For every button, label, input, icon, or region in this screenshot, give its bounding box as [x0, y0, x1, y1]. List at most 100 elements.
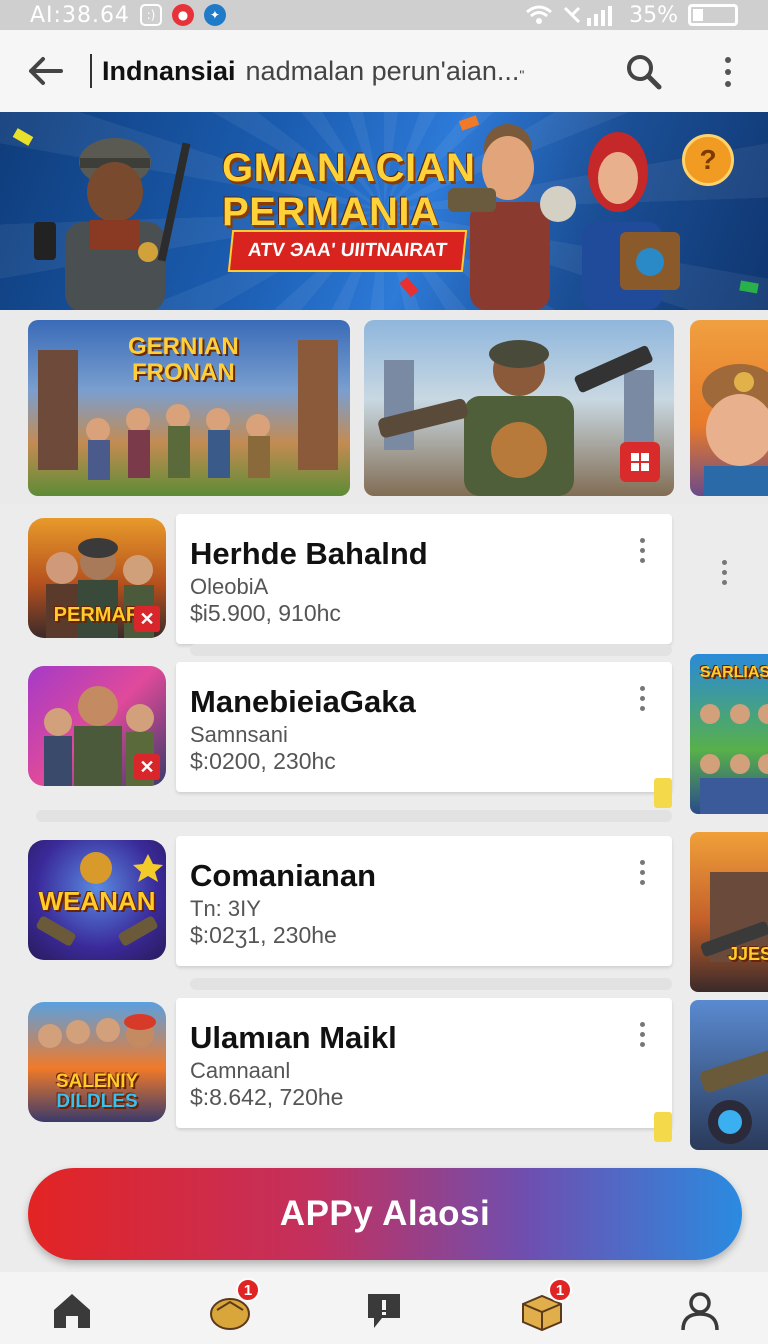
soldier-character-image	[34, 138, 191, 310]
item-divider	[36, 810, 672, 822]
more-dot	[640, 706, 645, 711]
game-thumbnail: WEANAN	[28, 840, 166, 960]
wifi-icon	[526, 5, 553, 24]
arrow-left-icon	[29, 57, 63, 85]
side-art-image	[700, 872, 768, 962]
game-name: ManebieiaGaka	[190, 684, 416, 719]
featured-card[interactable]	[690, 320, 768, 496]
game-meta: Camnaanl	[190, 1058, 291, 1083]
remove-badge-icon[interactable]: ✕	[134, 606, 160, 632]
list-item[interactable]: SALENIY DILDLES Ulamıan Maikl Camnaanl $…	[0, 992, 674, 1132]
item-more-button[interactable]	[640, 1022, 645, 1047]
card-art-image	[702, 364, 768, 496]
more-dot	[722, 580, 727, 585]
notification-badge: 1	[236, 1278, 260, 1302]
game-price: $:0200, 230hc	[190, 748, 336, 774]
back-button[interactable]	[0, 30, 90, 112]
item-more-button[interactable]	[640, 686, 645, 711]
page-title-mark: "	[519, 66, 525, 83]
nav-profile[interactable]	[670, 1282, 730, 1338]
notification-icon: :)	[139, 4, 162, 26]
bookmark-badge-icon	[654, 778, 672, 808]
side-art-image	[700, 1049, 768, 1144]
status-time: AI:38.64	[30, 2, 130, 28]
more-dot	[640, 1042, 645, 1047]
side-more-button[interactable]	[722, 560, 727, 585]
list-item[interactable]: WEANAN Comanianan Tn: 3IY $:02ʒ1, 230he	[0, 830, 674, 970]
nav-messages[interactable]	[354, 1282, 414, 1338]
game-price: $i5.900, 910hc	[190, 600, 341, 626]
game-thumbnail-label: WEANAN	[38, 886, 156, 916]
search-icon	[627, 55, 662, 90]
game-meta: OleobiA	[190, 574, 269, 599]
item-more-button[interactable]	[640, 860, 645, 885]
game-thumbnail: PERMAR ✕	[28, 518, 166, 638]
list-item[interactable]: PERMAR ✕ Herhde Bahalnd OleobiA $i5.900,…	[0, 508, 674, 648]
side-game-thumbnail[interactable]: SARLIAS	[690, 654, 768, 814]
featured-card[interactable]	[364, 320, 674, 496]
search-button[interactable]	[624, 52, 664, 92]
game-name: Herhde Bahalnd	[190, 536, 428, 571]
page-title: Indnansiai nadmalan perun'aian... "	[102, 56, 524, 87]
more-dot	[722, 570, 727, 575]
more-dot	[725, 81, 731, 87]
header-divider	[90, 54, 92, 88]
hero-tag: ATV ЭAA' UIITNAIRAT	[227, 230, 468, 272]
nav-home[interactable]	[42, 1282, 102, 1338]
more-dot	[725, 69, 731, 75]
battery-percent: 35%	[629, 2, 678, 28]
nav-shop[interactable]: 1	[200, 1278, 260, 1338]
list-item[interactable]: ✕ ManebieiaGaka Samnsani $:0200, 230hc	[0, 656, 674, 796]
nav-orders[interactable]: 1	[512, 1278, 572, 1338]
profile-icon	[681, 1292, 719, 1331]
card-title: GERNIAN FRONAN	[128, 334, 239, 386]
hero-title-line2: PERMANIA	[222, 190, 440, 234]
game-name: Comanianan	[190, 858, 377, 893]
more-vertical-icon	[725, 57, 731, 63]
battery-icon	[688, 4, 738, 26]
game-thumbnail-label-line2: DILDLES	[56, 1091, 138, 1112]
apply-button[interactable]: APPy Alaosi	[28, 1168, 742, 1260]
more-dot	[640, 880, 645, 885]
side-game-thumbnail[interactable]: JJES	[690, 832, 768, 992]
grid-badge-icon	[620, 442, 660, 482]
bottom-navigation: 1 1	[0, 1272, 768, 1344]
game-list: PERMAR ✕ Herhde Bahalnd OleobiA $i5.900,…	[0, 504, 768, 1154]
game-thumbnail-label: SALENIY DILDLES	[28, 1072, 166, 1112]
hero-title-line1: GMANACIAN	[222, 146, 476, 190]
item-divider	[190, 978, 672, 990]
app-header: Indnansiai nadmalan perun'aian... "	[0, 30, 768, 112]
game-thumbnail-label-line1: SALENIY	[55, 1071, 139, 1092]
more-dot	[640, 870, 645, 875]
game-thumbnail: ✕	[28, 666, 166, 786]
game-price: $:8.642, 720he	[190, 1084, 344, 1110]
bookmark-badge-icon	[654, 1112, 672, 1142]
more-vertical-icon	[640, 686, 645, 691]
help-bubble-icon: ?	[682, 134, 734, 186]
side-art-image	[700, 704, 768, 814]
game-meta: Samnsani	[190, 722, 288, 747]
more-vertical-icon	[640, 1022, 645, 1027]
featured-carousel: GERNIAN FRONAN	[0, 310, 768, 504]
item-more-button[interactable]	[640, 538, 645, 563]
page-title-sub: nadmalan perun'aian...	[245, 55, 520, 86]
card-title-line2: FRONAN	[132, 359, 235, 386]
characters-image	[448, 124, 680, 310]
hero-banner[interactable]: GMANACIAN PERMANIA ATV ЭAA' UIITNAIRAT ?	[0, 112, 768, 310]
side-game-thumbnail[interactable]	[690, 1000, 768, 1150]
more-options-button[interactable]	[716, 52, 740, 92]
card-title-line1: GERNIAN	[128, 333, 239, 360]
signal-icon	[564, 6, 613, 26]
more-dot	[640, 558, 645, 563]
app-notification-icon-2: ✦	[203, 4, 226, 26]
remove-badge-icon[interactable]: ✕	[134, 754, 160, 780]
side-thumbnail-label: JJES	[727, 944, 768, 964]
more-dot	[640, 1032, 645, 1037]
featured-card[interactable]: GERNIAN FRONAN	[28, 320, 350, 496]
more-dot	[640, 696, 645, 701]
app-notification-icon: ●	[171, 4, 194, 26]
home-icon	[54, 1294, 90, 1328]
more-vertical-icon	[640, 860, 645, 865]
hero-title: GMANACIAN PERMANIA	[222, 146, 475, 234]
status-bar: AI:38.64 :) ● ✦ 35%	[0, 0, 768, 30]
